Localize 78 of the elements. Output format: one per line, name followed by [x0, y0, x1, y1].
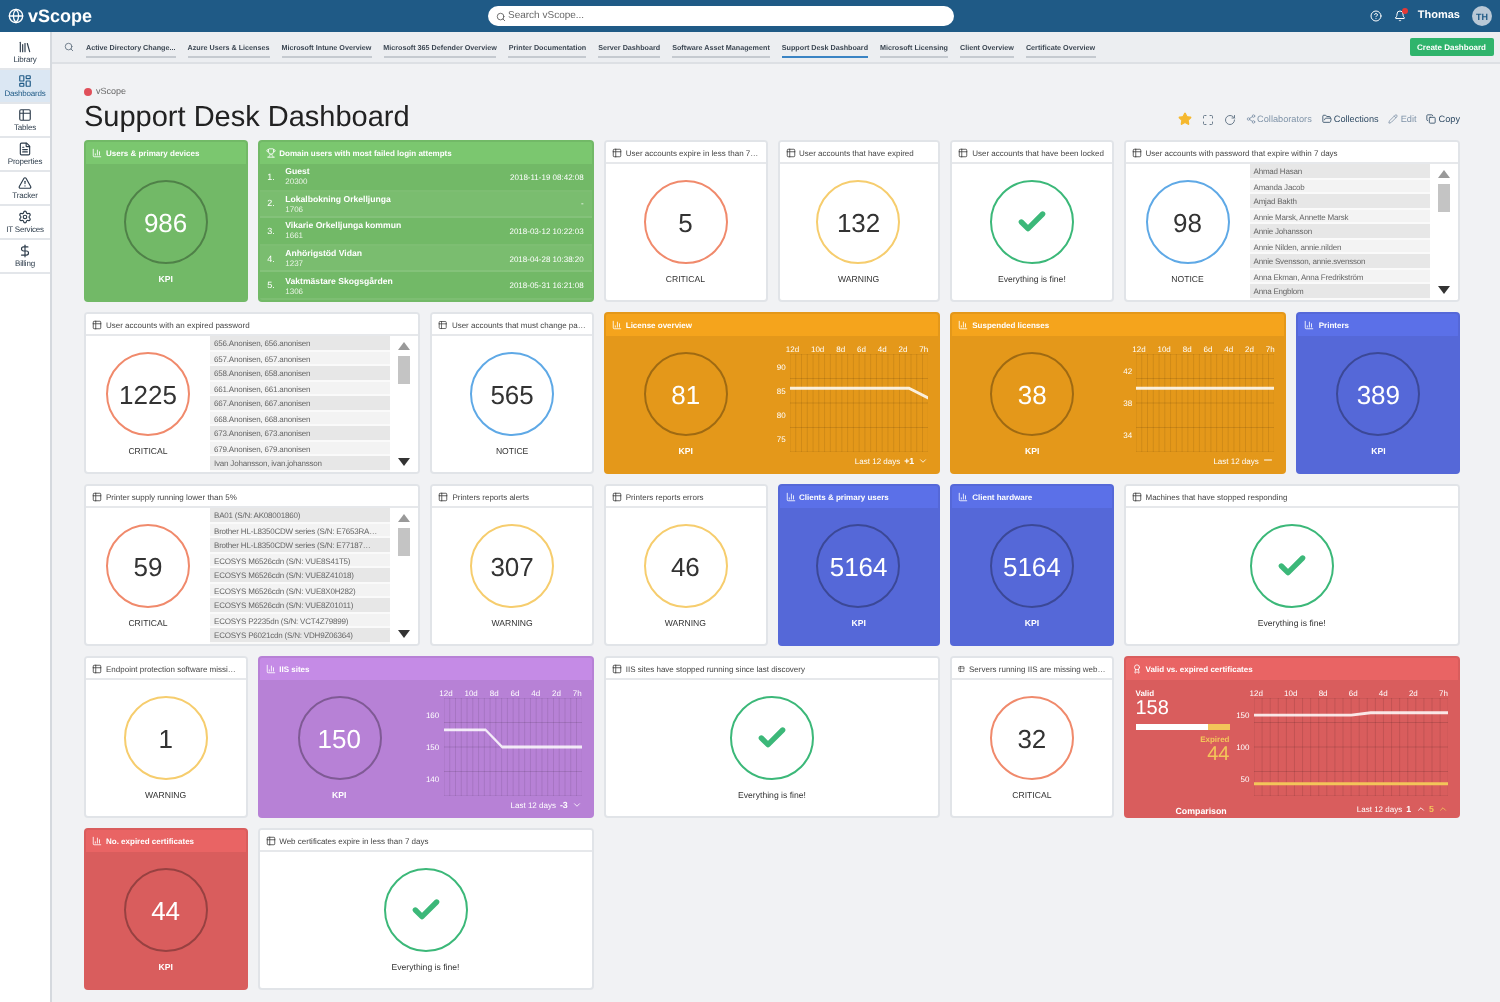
table-icon	[438, 491, 449, 501]
table-icon	[785, 147, 795, 157]
table-icon	[92, 319, 102, 329]
search-icon	[496, 11, 506, 21]
bar-chart-icon	[265, 663, 276, 673]
gauge-value: 32	[1017, 723, 1047, 753]
gauge-value: 1	[158, 723, 173, 753]
table-icon	[611, 491, 622, 501]
library-icon	[18, 40, 32, 54]
bar-chart-icon	[958, 491, 969, 501]
trophy-icon	[265, 147, 276, 157]
table-icon	[1131, 147, 1142, 157]
kpi-value: 38	[1017, 379, 1047, 409]
line-chart-drawing	[789, 354, 929, 452]
table-icon	[958, 147, 969, 157]
kpi-value: 81	[671, 379, 701, 409]
gauge-value: 5	[678, 207, 693, 237]
table-icon	[18, 108, 32, 122]
gauge-value: 46	[670, 551, 700, 581]
kpi-value: 5164	[1002, 551, 1061, 581]
bar-chart-icon	[785, 491, 795, 501]
gauge-value: 132	[836, 207, 881, 237]
dollar-icon	[18, 244, 32, 258]
series-value: 158	[1135, 698, 1169, 720]
gauge-value: 59	[133, 551, 163, 581]
bar-chart-icon	[958, 319, 969, 329]
scrollbar-thumb[interactable]	[398, 356, 411, 384]
page-title: Support Desk Dashboard	[84, 102, 410, 134]
refresh-icon[interactable]	[1223, 113, 1236, 125]
bar-chart-icon	[1304, 319, 1315, 329]
kpi-value: 150	[317, 723, 361, 753]
kpi-value: 389	[1356, 379, 1401, 409]
down-triangle-icon[interactable]	[1438, 286, 1450, 294]
warning-icon	[18, 176, 32, 190]
kpi-value: 44	[151, 895, 181, 925]
line-chart-drawing	[1136, 354, 1275, 452]
search-icon[interactable]	[64, 42, 74, 52]
table-icon	[438, 319, 448, 329]
table-icon	[265, 835, 276, 845]
table-icon	[611, 663, 622, 673]
down-triangle-icon[interactable]	[398, 630, 411, 638]
brand-logo[interactable]: vScope	[8, 6, 488, 26]
table-icon	[1131, 491, 1142, 501]
award-icon	[1131, 663, 1142, 673]
up-triangle-icon[interactable]	[1438, 170, 1450, 178]
document-icon	[18, 142, 32, 156]
kpi-value: 986	[143, 207, 188, 237]
globe-icon	[8, 8, 24, 24]
gauge-value: 565	[490, 379, 534, 409]
scrollbar-thumb[interactable]	[398, 528, 411, 556]
help-icon[interactable]	[1369, 10, 1382, 22]
up-triangle-icon[interactable]	[398, 514, 411, 522]
copy-icon	[1426, 114, 1437, 124]
gear-icon	[18, 210, 32, 224]
bar-chart-icon	[92, 147, 102, 157]
down-triangle-icon[interactable]	[398, 458, 411, 466]
table-icon	[92, 663, 102, 673]
up-triangle-icon[interactable]	[398, 342, 411, 350]
scrollbar-thumb[interactable]	[1438, 184, 1450, 212]
table-icon	[92, 491, 102, 501]
dash-icon	[1262, 454, 1275, 466]
gauge-value: 307	[490, 551, 534, 581]
pencil-icon	[1388, 114, 1399, 124]
kpi-value: 5164	[829, 551, 888, 581]
series-value: 44	[1207, 744, 1230, 766]
bar-chart-icon	[92, 835, 102, 845]
logo-icon	[84, 87, 92, 95]
gauge-value: 1225	[119, 379, 177, 409]
star-icon[interactable]	[1177, 112, 1192, 126]
bell-icon[interactable]	[1393, 10, 1406, 22]
dashboard-icon	[18, 74, 32, 88]
share-icon	[1245, 114, 1256, 124]
table-icon	[958, 663, 965, 673]
table-icon	[611, 147, 622, 157]
bar-chart-icon	[611, 319, 622, 329]
line-chart-drawing	[443, 698, 582, 796]
folder-icon	[1321, 114, 1332, 124]
gauge-value: 98	[1173, 207, 1202, 237]
